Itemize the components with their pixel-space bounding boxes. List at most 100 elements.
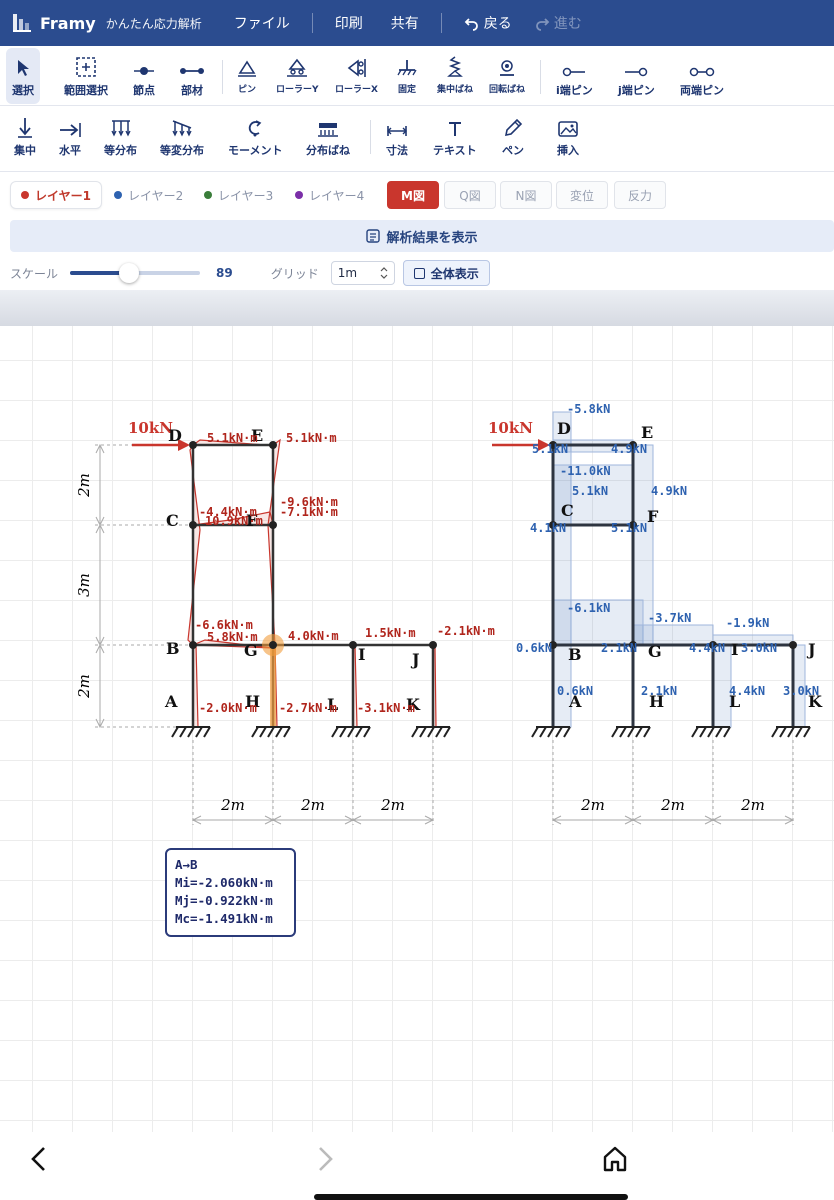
- spring-icon: [447, 56, 463, 77]
- tool-i-pin[interactable]: i端ピン: [556, 52, 593, 98]
- vertical-dimensions: [95, 443, 190, 729]
- undo-icon: [464, 18, 478, 31]
- tool-pin[interactable]: ピン: [237, 52, 257, 95]
- result-displacement-button[interactable]: 変位: [556, 181, 608, 209]
- dim-label-horizontal: 2m: [660, 796, 685, 814]
- node-label-I: I: [731, 640, 738, 659]
- app-header: Framy かんたん応力解析 ファイル 印刷 共有 戻る 進む: [0, 0, 834, 46]
- layer-label: レイヤー2: [128, 188, 184, 203]
- scale-slider[interactable]: [70, 263, 201, 283]
- tool-label: ピン: [237, 85, 256, 95]
- tool-text[interactable]: テキスト: [433, 112, 477, 158]
- tool-label: 分布ばね: [306, 144, 350, 157]
- shear-label: 0.6kN: [557, 684, 593, 698]
- checkbox-icon: [413, 267, 425, 279]
- tool-horizontal[interactable]: 水平: [58, 112, 82, 158]
- moment-label: 1.5kN·m: [365, 626, 416, 640]
- drawing-canvas[interactable]: 2m 3m 2m 2m 2m 2m 10kN D E C F B G I J A…: [0, 326, 834, 1132]
- tool-concentrated-spring[interactable]: 集中ばね: [437, 52, 473, 95]
- app-name: Framy: [40, 13, 96, 33]
- home-icon[interactable]: [602, 1144, 628, 1174]
- moment-label: -2.7kN·m: [279, 701, 337, 715]
- forward-chevron-icon[interactable]: [314, 1144, 336, 1174]
- shear-label: -11.0kN: [560, 464, 611, 478]
- menu-print[interactable]: 印刷: [335, 13, 363, 33]
- node-label-C: C: [166, 511, 179, 530]
- range-select-icon: [76, 57, 96, 77]
- moment-label: 5.8kN·m: [207, 630, 258, 644]
- app-logo-icon: [13, 14, 31, 32]
- tool-label: モーメント: [228, 144, 283, 157]
- member-info-popup: A→B Mi=-2.060kN·m Mj=-0.922kN·m Mc=-1.49…: [165, 848, 296, 937]
- layer-tab-2[interactable]: レイヤー2: [104, 181, 193, 209]
- tool-roller-y[interactable]: ローラーY: [276, 52, 319, 95]
- dim-extension: [95, 444, 190, 728]
- result-shear-button[interactable]: Q図: [444, 181, 496, 209]
- tool-label: 等変分布: [160, 144, 204, 157]
- tool-node[interactable]: 節点: [133, 52, 155, 98]
- result-axial-button[interactable]: N図: [500, 181, 552, 209]
- toolbar-loads: 集中 水平 等分布 等変分布 モーメント 分布ばね 寸法 テキスト ペン 挿入: [0, 106, 834, 172]
- tool-label: 水平: [59, 144, 81, 157]
- tool-label: ローラーY: [276, 85, 319, 95]
- layer-tab-1[interactable]: レイヤー1: [10, 181, 102, 209]
- info-mc: Mc=-1.491kN·m: [175, 911, 273, 926]
- layer-color-dot: [295, 191, 303, 199]
- fit-all-button[interactable]: 全体表示: [402, 260, 490, 286]
- menu-share[interactable]: 共有: [391, 13, 419, 33]
- grid-select[interactable]: 1m: [330, 261, 395, 285]
- tool-moment[interactable]: モーメント: [228, 112, 283, 158]
- tool-uniform[interactable]: 等分布: [104, 112, 137, 158]
- info-mj: Mj=-0.922kN·m: [175, 893, 273, 908]
- menu-file[interactable]: ファイル: [234, 13, 290, 33]
- info-title: A→B: [175, 857, 198, 872]
- tool-select[interactable]: 選択: [6, 48, 40, 104]
- shear-label: 3.0kN: [783, 684, 819, 698]
- node-label-J: J: [806, 640, 816, 659]
- moment-diagram: [187, 438, 437, 728]
- tool-insert[interactable]: 挿入: [557, 112, 579, 158]
- tool-dimension[interactable]: 寸法: [386, 112, 408, 158]
- distributed-spring-icon: [318, 123, 338, 137]
- back-chevron-icon[interactable]: [28, 1144, 50, 1174]
- header-divider: [440, 13, 442, 33]
- result-reaction-button[interactable]: 反力: [614, 181, 666, 209]
- tool-both-pin[interactable]: 両端ピン: [680, 52, 724, 98]
- node-G: [269, 641, 277, 649]
- layer-tab-4[interactable]: レイヤー4: [285, 181, 374, 209]
- tool-range-select[interactable]: 範囲選択: [64, 52, 108, 98]
- tool-roller-x[interactable]: ローラーX: [335, 52, 378, 95]
- shear-label: -5.8kN: [567, 402, 610, 416]
- redo-button[interactable]: 進む: [534, 13, 582, 33]
- moment-label: 10.9kN·m: [205, 514, 263, 528]
- layer-tab-3[interactable]: レイヤー3: [194, 181, 283, 209]
- result-moment-button[interactable]: M図: [387, 181, 439, 209]
- home-indicator: [314, 1194, 628, 1200]
- tool-pen[interactable]: ペン: [502, 112, 524, 158]
- layer-label: レイヤー4: [309, 188, 365, 203]
- tool-distributed-spring[interactable]: 分布ばね: [306, 112, 350, 158]
- toolbar-structure: 選択 範囲選択 節点 部材 ピン ローラーY ローラーX 固定 集中ばね 回転ば…: [0, 46, 834, 106]
- node-E: [269, 441, 277, 449]
- shear-label: 4.9kN: [611, 442, 647, 456]
- tool-rotational-spring[interactable]: 回転ばね: [489, 52, 525, 95]
- moment-label: 4.0kN·m: [288, 629, 339, 643]
- scale-slider-handle[interactable]: [118, 263, 139, 283]
- tool-concentrated[interactable]: 集中: [14, 112, 36, 158]
- undo-button[interactable]: 戻る: [464, 13, 512, 33]
- tool-label: 回転ばね: [489, 85, 526, 95]
- text-icon: [448, 122, 461, 136]
- tool-label: 寸法: [386, 144, 408, 157]
- tool-label: 範囲選択: [64, 84, 108, 97]
- shear-label: 4.4kN: [729, 684, 765, 698]
- tool-member[interactable]: 部材: [180, 52, 204, 98]
- tool-fixed[interactable]: 固定: [397, 52, 417, 95]
- tool-varying[interactable]: 等変分布: [160, 112, 204, 158]
- varying-load-icon: [172, 120, 192, 137]
- shear-diagram: [552, 411, 806, 728]
- tool-j-pin[interactable]: j端ピン: [618, 52, 655, 98]
- node-label-B: B: [166, 639, 180, 658]
- load-label: 10kN: [128, 419, 173, 437]
- shear-label: 0.6kN: [516, 641, 552, 655]
- show-results-button[interactable]: 解析結果を表示: [10, 220, 834, 252]
